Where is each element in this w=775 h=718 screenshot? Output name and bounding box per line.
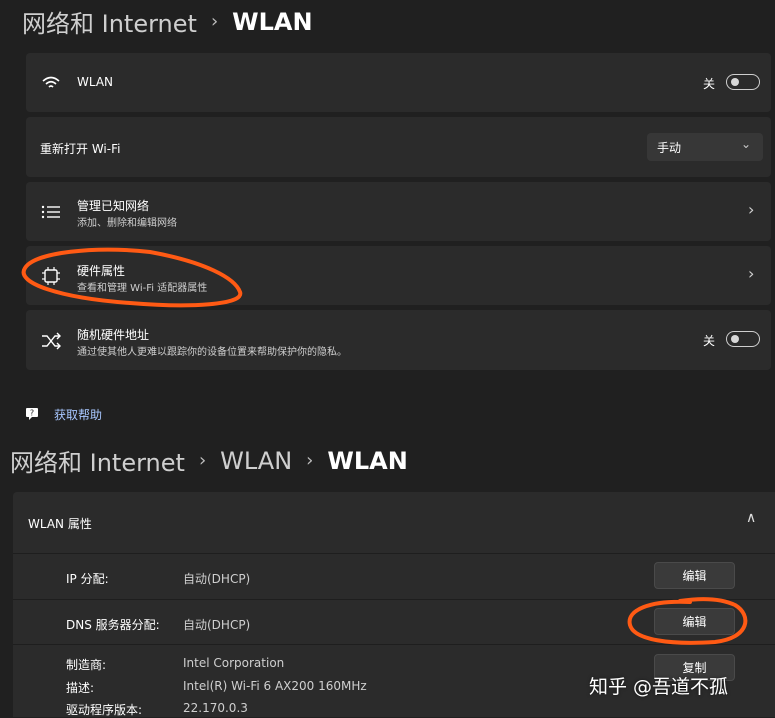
dns-annotation-ellipse bbox=[627, 597, 748, 645]
watermark: 知乎 @吾道不孤 bbox=[589, 676, 729, 698]
annotation-overlay bbox=[21, 247, 748, 645]
hardware-annotation-ellipse bbox=[21, 247, 243, 308]
